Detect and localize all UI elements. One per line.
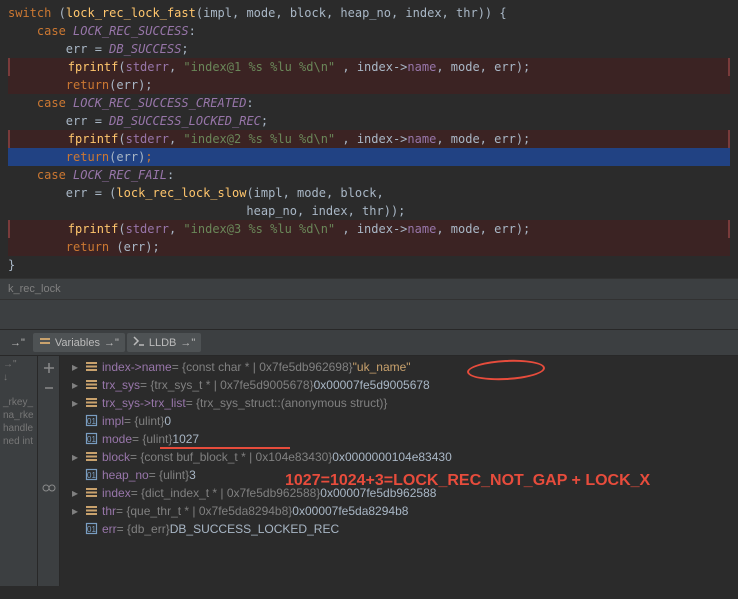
object-icon [84,450,98,464]
frames-sidebar[interactable]: →" ↓ _rkey_ na_rke handle ned int [0,356,38,586]
tab-label: LLDB [149,337,177,349]
debug-toolbar [38,356,60,586]
variable-row[interactable]: 01mode = {ulint} 1027 [64,430,734,448]
code-line: heap_no, index, thr)); [8,202,730,220]
pin-indicator: →" [4,335,31,351]
variables-icon [39,335,51,350]
code-line: fprintf(stderr, "index@3 %s %lu %d\n" , … [8,220,730,238]
add-watch-button[interactable] [41,360,57,376]
variable-row[interactable]: ▸index = {dict_index_t * | 0x7fe5db96258… [64,484,734,502]
code-line: switch (lock_rec_lock_fast(impl, mode, b… [8,4,730,22]
code-line: return(err); [8,76,730,94]
variable-row[interactable]: 01impl = {ulint} 0 [64,412,734,430]
code-line: err = (lock_rec_lock_slow(impl, mode, bl… [8,184,730,202]
object-icon [84,360,98,374]
variables-pane[interactable]: 1027=1024+3=LOCK_REC_NOT_GAP + LOCK_X ▸i… [60,356,738,586]
code-line: } [8,256,730,274]
variable-row[interactable]: 01err = {db_err} DB_SUCCESS_LOCKED_REC [64,520,734,538]
debug-panel: →" ↓ _rkey_ na_rke handle ned int 1027=1… [0,356,738,586]
expand-icon[interactable]: ▸ [72,396,82,410]
expand-icon[interactable]: ▸ [72,360,82,374]
svg-text:01: 01 [87,471,96,480]
variable-row[interactable]: ▸trx_sys->trx_list = {trx_sys_struct::(a… [64,394,734,412]
code-line: fprintf(stderr, "index@1 %s %lu %d\n" , … [8,58,730,76]
code-line: return (err); [8,238,730,256]
primitive-icon: 01 [84,414,98,428]
code-line: err = DB_SUCCESS_LOCKED_REC; [8,112,730,130]
variable-row[interactable]: ▸trx_sys = {trx_sys_t * | 0x7fe5d9005678… [64,376,734,394]
breadcrumb[interactable]: k_rec_lock [0,278,738,300]
expand-icon[interactable]: ▸ [72,486,82,500]
pin-icon: →" [104,337,119,349]
expand-icon[interactable]: ▸ [72,504,82,518]
svg-text:01: 01 [87,435,96,444]
primitive-icon: 01 [84,432,98,446]
variable-row[interactable]: ▸block = {const buf_block_t * | 0x104e83… [64,448,734,466]
variable-row[interactable]: 01heap_no = {ulint} 3 [64,466,734,484]
code-line: fprintf(stderr, "index@2 %s %lu %d\n" , … [8,130,730,148]
glasses-icon[interactable] [41,480,57,496]
pin-icon: →" [180,337,195,349]
variable-row[interactable]: ▸index->name = {const char * | 0x7fe5db9… [64,358,734,376]
primitive-icon: 01 [84,522,98,536]
panel-divider[interactable] [0,300,738,330]
tab-lldb[interactable]: LLDB →" [127,333,201,352]
primitive-icon: 01 [84,468,98,482]
expand-icon[interactable]: ▸ [72,450,82,464]
code-line: case LOCK_REC_FAIL: [8,166,730,184]
tab-label: Variables [55,337,100,349]
code-line: case LOCK_REC_SUCCESS: [8,22,730,40]
debug-tabs: →" Variables →" LLDB →" [0,330,738,356]
svg-text:01: 01 [87,417,96,426]
variable-row[interactable]: ▸thr = {que_thr_t * | 0x7fe5da8294b8} 0x… [64,502,734,520]
tab-variables[interactable]: Variables →" [33,333,125,352]
code-line: err = DB_SUCCESS; [8,40,730,58]
object-icon [84,396,98,410]
object-icon [84,486,98,500]
object-icon [84,378,98,392]
console-icon [133,335,145,350]
svg-text:01: 01 [87,525,96,534]
code-line: case LOCK_REC_SUCCESS_CREATED: [8,94,730,112]
object-icon [84,504,98,518]
execution-line: return(err); [8,148,730,166]
remove-watch-button[interactable] [41,380,57,396]
expand-icon[interactable]: ▸ [72,378,82,392]
code-editor[interactable]: switch (lock_rec_lock_fast(impl, mode, b… [0,0,738,278]
